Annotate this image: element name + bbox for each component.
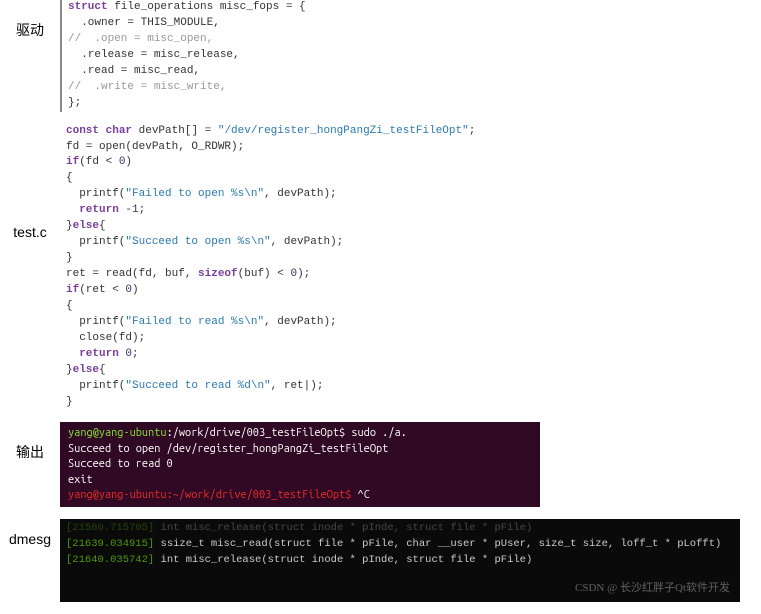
string: "/dev/register_hongPangZi_testFileOpt" [218,125,469,137]
dmesg-text: int misc_release(struct inode * pInde, s… [154,554,532,566]
terminal-output: yang@yang-ubuntu:/work/drive/003_testFil… [60,422,540,507]
code-text: (ret < [79,284,125,296]
label-output: 输出 [0,422,60,462]
label-driver: 驱动 [0,0,60,40]
code-text: , devPath); [264,188,337,200]
kw: else [73,220,99,232]
kw: return [66,348,119,360]
code-text: }; [68,97,81,109]
code-text: (buf) < [238,268,291,280]
code-text: - [119,204,132,216]
code-text: { [99,220,106,232]
string: "Succeed to read %d\n" [125,380,270,392]
term-text: ^C [351,489,369,501]
test-code-block: const char devPath[] = "/dev/register_ho… [60,124,761,411]
code-text: ; [469,125,476,137]
kw: return [66,204,119,216]
code-text: { [99,364,106,376]
watermark: CSDN @ 长沙红胖子Qt软件开发 [575,580,730,597]
string: "Failed to read %s\n" [125,316,264,328]
term-text: sudo ./a. [345,427,407,439]
timestamp: [21640.035742] [66,554,154,566]
code-text: , ret|); [271,380,324,392]
string: "Failed to open %s\n" [125,188,264,200]
kw: sizeof [198,268,238,280]
code-text: printf( [66,236,125,248]
code-text: } [66,220,73,232]
code-text: .read = misc_read, [68,65,200,77]
code-text: ret = read(fd, buf, [66,268,198,280]
timestamp: [21580.715705] [66,522,154,534]
code-text: devPath[] = [132,125,218,137]
code-text: (fd < [79,156,119,168]
code-text: } [66,252,73,264]
code-text: printf( [66,188,125,200]
kw: struct [68,1,108,13]
num: 1 [132,204,139,216]
kw: char [99,125,132,137]
prompt-user: yang@yang-ubuntu [68,427,167,439]
code-text: .owner = THIS_MODULE, [68,17,220,29]
prompt-path: :/work/drive/003_testFileOpt$ [167,427,346,439]
prompt-path: :~/work/drive/003_testFileOpt$ [167,489,352,501]
code-text: printf( [66,316,125,328]
driver-code-block: struct file_operations misc_fops = { .ow… [60,0,761,112]
kw: else [73,364,99,376]
code-text: ) [125,156,132,168]
kw: const [66,125,99,137]
code-text: ; [139,204,146,216]
term-text: Succeed to open /dev/register_hongPangZi… [68,443,388,455]
code-text: ); [297,268,310,280]
num: 0 [119,348,132,360]
code-text: { [66,172,73,184]
dmesg-text: int misc_release(struct inode * pInde, s… [154,522,532,534]
prompt-user: yang@yang-ubuntu [68,489,167,501]
dmesg-text: ssize_t misc_read(struct file * pFile, c… [154,538,721,550]
code-text: ; [132,348,139,360]
code-text: file_operations misc_fops = { [108,1,306,13]
code-text: .release = misc_release, [68,49,240,61]
term-text: exit [68,474,93,486]
kw: if [66,284,79,296]
label-dmesg: dmesg [0,519,60,547]
code-text: close(fd); [66,332,145,344]
code-text: fd = open(devPath, O_RDWR); [66,141,244,153]
kw: if [66,156,79,168]
code-text: printf( [66,380,125,392]
code-text: ) [132,284,139,296]
code-text: { [66,300,73,312]
comment: // .write = misc_write, [68,81,226,93]
comment: // .open = misc_open, [68,33,213,45]
code-text: , devPath); [271,236,344,248]
string: "Succeed to open %s\n" [125,236,270,248]
code-text: } [66,396,73,408]
label-testc: test.c [0,124,60,240]
term-text: Succeed to read 0 [68,458,173,470]
timestamp: [21639.034915] [66,538,154,550]
code-text: } [66,364,73,376]
code-text: , devPath); [264,316,337,328]
dmesg-output: [21580.715705] int misc_release(struct i… [60,519,740,602]
